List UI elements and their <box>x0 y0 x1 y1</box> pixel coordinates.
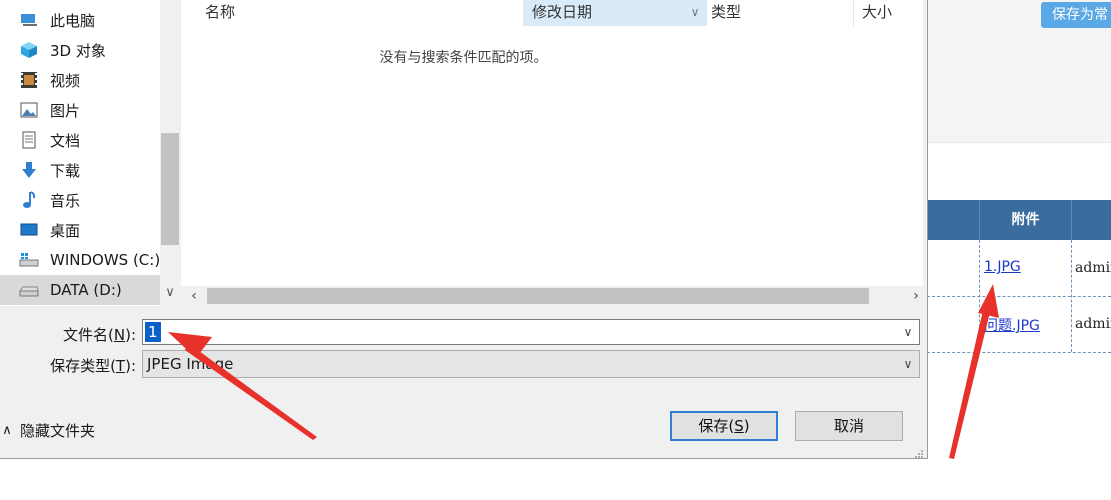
nav-item-label: 下载 <box>50 161 81 180</box>
nav-item-label: WINDOWS (C:) <box>50 251 161 269</box>
resize-grip-icon[interactable] <box>912 447 924 458</box>
filename-selected-text: 1 <box>145 322 161 342</box>
navigation-pane: 此电脑 3D 对象 视频 图片 文档 下载 音乐 桌面 WINDOWS (C:)… <box>0 0 180 306</box>
table-row: 问题.JPG admin <box>927 296 1111 352</box>
label-text: ): <box>125 326 136 344</box>
scroll-down-arrow-icon[interactable]: ∨ <box>163 285 177 303</box>
nav-item-this-pc[interactable]: 此电脑 <box>18 5 95 35</box>
nav-item-pictures[interactable]: 图片 <box>18 95 80 125</box>
column-header-type[interactable]: 类型 <box>711 0 853 26</box>
download-icon <box>18 161 40 179</box>
nav-item-label: 视频 <box>50 71 81 90</box>
button-label: 保存( <box>698 417 735 435</box>
column-separator[interactable] <box>853 0 854 26</box>
shortcut-key: T <box>115 357 126 375</box>
chevron-down-icon: ∨ <box>903 357 913 371</box>
nav-item-label: 图片 <box>50 101 81 120</box>
shortcut-key: N <box>113 326 126 344</box>
filename-history-dropdown-icon[interactable]: ∨ <box>901 323 915 341</box>
label-text: ): <box>125 357 136 375</box>
uploader-name: admin <box>1075 316 1111 332</box>
horizontal-scrollbar-thumb[interactable] <box>207 288 869 304</box>
nav-item-label: 此电脑 <box>50 11 96 30</box>
button-label: ) <box>743 417 750 435</box>
scroll-left-arrow-icon[interactable]: ‹ <box>186 288 202 304</box>
drive-c-icon <box>18 251 40 269</box>
nav-item-label: DATA (D:) <box>50 281 122 299</box>
uploader-name: admin <box>1075 260 1111 276</box>
filename-label: 文件名(N): <box>20 324 136 345</box>
column-divider <box>1071 200 1072 240</box>
pictures-icon <box>18 101 40 119</box>
nav-item-drive-d[interactable]: DATA (D:) <box>0 275 160 305</box>
column-header-size[interactable]: 大小 <box>862 0 922 26</box>
label-text: 文件名( <box>63 326 114 344</box>
table-row: 1.JPG admin <box>927 240 1111 296</box>
attachment-link[interactable]: 1.JPG <box>984 259 1021 275</box>
nav-item-label: 3D 对象 <box>50 41 106 60</box>
column-header-label: 修改日期 <box>532 3 593 21</box>
drive-d-icon <box>18 281 40 299</box>
nav-item-label: 桌面 <box>50 221 81 240</box>
nav-item-desktop[interactable]: 桌面 <box>18 215 80 245</box>
column-header-attachment: 附件 <box>1011 212 1040 228</box>
empty-results-message: 没有与搜索条件匹配的项。 <box>379 50 548 66</box>
3d-objects-icon <box>18 41 40 59</box>
column-separator[interactable] <box>706 0 707 26</box>
file-list-pane: 名称 修改日期 ∨ 类型 大小 <box>181 0 927 306</box>
cancel-button[interactable]: 取消 <box>795 411 903 441</box>
filetype-selected-value: JPEG Image <box>147 355 234 373</box>
music-icon <box>18 191 40 209</box>
nav-item-drive-c[interactable]: WINDOWS (C:) <box>18 245 160 275</box>
nav-item-3d-objects[interactable]: 3D 对象 <box>18 35 106 65</box>
nav-item-documents[interactable]: 文档 <box>18 125 80 155</box>
shortcut-key: S <box>734 417 744 435</box>
column-header-date-modified[interactable]: 修改日期 <box>524 0 706 26</box>
chevron-up-icon: ∧ <box>2 423 12 438</box>
nav-scrollbar-thumb[interactable] <box>161 133 179 245</box>
save-as-default-button[interactable]: 保存为常 <box>1041 2 1111 28</box>
filename-input[interactable]: 1 ∨ <box>142 319 920 345</box>
table-grid-line <box>927 352 1111 353</box>
scroll-right-arrow-icon[interactable]: › <box>908 288 924 304</box>
nav-item-label: 文档 <box>50 131 81 150</box>
file-pane-edge <box>923 0 927 306</box>
nav-item-label: 音乐 <box>50 191 81 210</box>
nav-item-music[interactable]: 音乐 <box>18 185 80 215</box>
save-button[interactable]: 保存(S) <box>670 411 778 441</box>
documents-icon <box>18 131 40 149</box>
sort-dropdown-icon[interactable]: ∨ <box>684 0 706 26</box>
nav-item-videos[interactable]: 视频 <box>18 65 80 95</box>
filetype-select[interactable]: JPEG Image ∨ <box>142 350 920 378</box>
hide-folders-toggle[interactable]: ∧ 隐藏文件夹 <box>0 420 95 441</box>
filetype-label: 保存类型(T): <box>20 355 136 376</box>
label-text: 保存类型( <box>50 357 116 375</box>
computer-icon <box>18 11 40 29</box>
table-header: 附件 <box>927 200 1111 240</box>
column-header-name[interactable]: 名称 <box>205 0 523 26</box>
hide-folders-label: 隐藏文件夹 <box>20 422 96 440</box>
attachment-link[interactable]: 问题.JPG <box>984 315 1040 335</box>
video-icon <box>18 71 40 89</box>
nav-item-downloads[interactable]: 下载 <box>18 155 80 185</box>
desktop-icon <box>18 221 40 239</box>
